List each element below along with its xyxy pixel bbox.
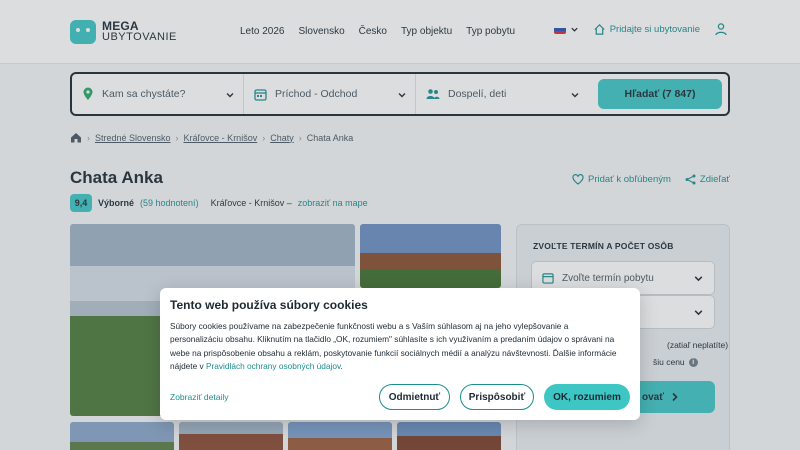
cookie-text-end: .: [340, 361, 343, 372]
cookie-customize-button[interactable]: Prispôsobiť: [460, 384, 534, 410]
cookie-text: Súbory cookies používame na zabezpečenie…: [170, 320, 622, 374]
cookie-dialog: Tento web používa súbory cookies Súbory …: [160, 288, 640, 420]
privacy-policy-link[interactable]: Pravidlách ochrany osobných údajov: [206, 361, 341, 371]
cookie-accept-button[interactable]: OK, rozumiem: [544, 384, 630, 410]
cookie-details-link[interactable]: Zobraziť detaily: [170, 392, 228, 402]
cookie-title: Tento web používa súbory cookies: [170, 298, 368, 312]
cookie-reject-button[interactable]: Odmietnuť: [379, 384, 450, 410]
